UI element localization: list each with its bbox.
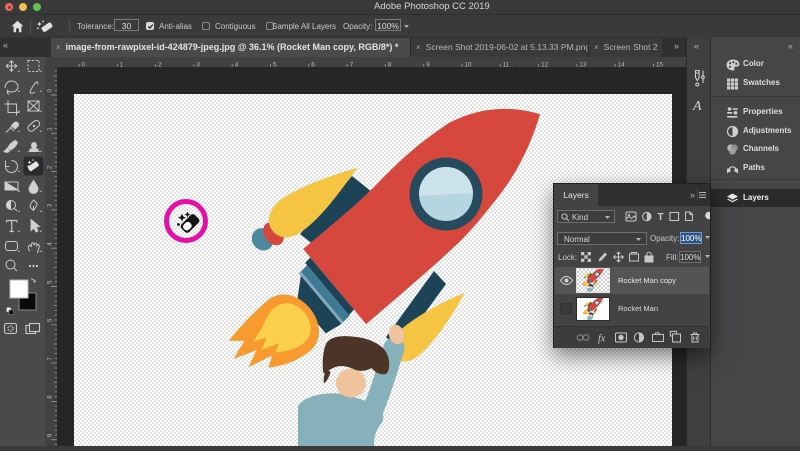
svg-text:7: 7: [47, 357, 54, 361]
svg-text:6: 6: [47, 318, 54, 322]
svg-text:5: 5: [47, 280, 54, 284]
svg-text:9: 9: [47, 433, 54, 437]
svg-text:T: T: [658, 212, 664, 222]
svg-text:2: 2: [47, 165, 54, 169]
svg-text:fx: fx: [598, 334, 606, 345]
svg-text:8: 8: [47, 395, 54, 399]
svg-text:3: 3: [47, 203, 54, 207]
svg-text:1: 1: [47, 127, 54, 131]
svg-text:0: 0: [47, 89, 54, 93]
svg-text:4: 4: [47, 242, 54, 246]
